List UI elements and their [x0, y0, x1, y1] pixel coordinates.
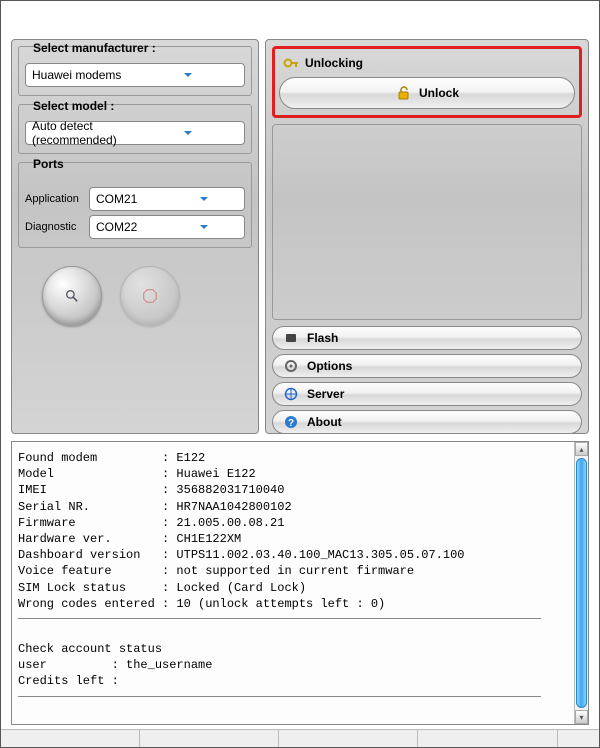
statusbar-cell: [140, 730, 279, 747]
unlocking-header: Unlocking: [279, 53, 575, 77]
key-icon: [283, 55, 299, 71]
action-buttons: [18, 266, 252, 326]
log-area: Found modem : E122 Model : Huawei E122 I…: [11, 441, 589, 725]
svg-text:?: ?: [288, 418, 294, 429]
options-label: Options: [307, 359, 352, 373]
model-group-label: Select model :: [29, 99, 118, 113]
unlock-button-label: Unlock: [419, 86, 459, 100]
log-scrollbar[interactable]: ▴ ▾: [574, 442, 588, 724]
diagnostic-port-dropdown[interactable]: COM22: [89, 215, 245, 239]
main-area: Select manufacturer : Huawei modems Sele…: [11, 39, 589, 434]
statusbar: [1, 729, 599, 747]
ports-group: Ports Application COM21 Diagnostic COM22: [18, 162, 252, 248]
unlock-icon: [395, 85, 411, 101]
chevron-down-icon: [168, 191, 240, 207]
scroll-down-button[interactable]: ▾: [575, 710, 588, 724]
model-group: Select model : Auto detect (recommended): [18, 104, 252, 154]
log-divider: [18, 618, 541, 619]
application-port-value: COM21: [96, 192, 168, 206]
log-block1: Found modem : E122 Model : Huawei E122 I…: [18, 451, 464, 611]
search-button[interactable]: [42, 266, 102, 326]
flash-label: Flash: [307, 331, 338, 345]
unlocking-header-label: Unlocking: [305, 56, 363, 70]
manufacturer-group: Select manufacturer : Huawei modems: [18, 46, 252, 96]
log-divider: [18, 696, 541, 697]
right-panel: Unlocking Unlock Flash: [265, 39, 589, 434]
content-area: [272, 124, 582, 320]
chevron-down-icon: [136, 67, 240, 83]
ports-group-label: Ports: [29, 157, 68, 171]
statusbar-grip: [558, 730, 599, 747]
left-panel: Select manufacturer : Huawei modems Sele…: [11, 39, 259, 434]
gear-icon: [283, 358, 299, 374]
globe-icon: [283, 386, 299, 402]
flash-icon: [283, 330, 299, 346]
application-port-label: Application: [25, 193, 89, 205]
flash-section-button[interactable]: Flash: [272, 326, 582, 350]
scroll-up-button[interactable]: ▴: [575, 442, 588, 456]
chevron-down-icon: [168, 219, 240, 235]
model-value: Auto detect (recommended): [32, 119, 136, 147]
scroll-thumb[interactable]: [576, 458, 587, 708]
statusbar-cell: [1, 730, 140, 747]
options-section-button[interactable]: Options: [272, 354, 582, 378]
manufacturer-value: Huawei modems: [32, 68, 136, 82]
titlebar: [1, 1, 599, 29]
diagnostic-port-value: COM22: [96, 220, 168, 234]
diagnostic-port-label: Diagnostic: [25, 221, 89, 233]
stop-hand-icon: [142, 288, 158, 304]
manufacturer-group-label: Select manufacturer :: [29, 41, 160, 55]
unlocking-highlight: Unlocking Unlock: [272, 46, 582, 118]
about-label: About: [307, 415, 342, 429]
statusbar-cell: [279, 730, 418, 747]
scroll-track[interactable]: [575, 456, 588, 710]
server-label: Server: [307, 387, 344, 401]
about-section-button[interactable]: ? About: [272, 410, 582, 434]
manufacturer-dropdown[interactable]: Huawei modems: [25, 63, 245, 87]
app-window: Select manufacturer : Huawei modems Sele…: [0, 0, 600, 748]
info-icon: ?: [283, 414, 299, 430]
stop-button: [120, 266, 180, 326]
log-block2: Check account status user : the_username…: [18, 642, 212, 688]
magnifier-icon: [64, 288, 80, 304]
model-dropdown[interactable]: Auto detect (recommended): [25, 121, 245, 145]
chevron-down-icon: [136, 125, 240, 141]
server-section-button[interactable]: Server: [272, 382, 582, 406]
statusbar-cell: [418, 730, 557, 747]
unlock-button[interactable]: Unlock: [279, 77, 575, 109]
log-text: Found modem : E122 Model : Huawei E122 I…: [12, 442, 574, 724]
application-port-dropdown[interactable]: COM21: [89, 187, 245, 211]
